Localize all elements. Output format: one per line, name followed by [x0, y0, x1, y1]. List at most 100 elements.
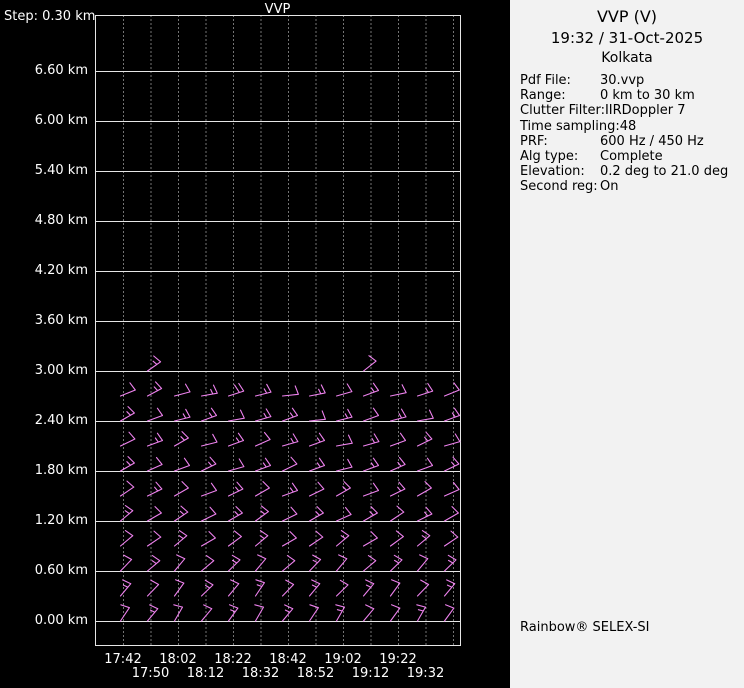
wind-barb [227, 432, 245, 447]
wind-barb [416, 604, 427, 622]
wind-barb [173, 431, 189, 447]
wind-barb [119, 505, 134, 522]
x-axis-label: 17:50 [131, 666, 170, 681]
wind-barb [389, 408, 407, 422]
info-field-label: Range: [520, 88, 566, 104]
info-field-row: Clutter Filter:IIRDoppler 7 [520, 103, 744, 118]
wind-barb [146, 555, 161, 572]
x-axis-label: 19:32 [406, 666, 445, 681]
wind-barb [173, 579, 185, 597]
wind-barb [335, 506, 352, 522]
wind-barb [146, 381, 163, 397]
wind-barb [362, 579, 375, 597]
wind-barb [227, 604, 239, 622]
wind-barb [362, 531, 378, 547]
wind-barb [416, 481, 432, 497]
wind-barb [281, 531, 297, 547]
wind-barb [200, 482, 218, 497]
wind-barb [416, 409, 434, 422]
panel-datetime: 19:32 / 31-Oct-2025 [550, 29, 704, 47]
wind-profile-chart [95, 15, 461, 646]
wind-barb [119, 530, 134, 547]
wind-barb [146, 407, 164, 422]
wind-barb [308, 481, 325, 497]
y-axis-label: 6.60 km [34, 63, 88, 78]
wind-barb [227, 382, 245, 397]
wind-barb [308, 384, 326, 397]
wind-barb [200, 555, 215, 572]
wind-barb [443, 433, 461, 447]
wind-barb [335, 604, 346, 622]
wind-barb [443, 604, 455, 622]
wind-barb [416, 431, 433, 447]
y-axis-label: 4.20 km [34, 263, 88, 278]
wind-barb [416, 457, 434, 472]
x-axis-label: 19:22 [379, 652, 417, 667]
y-axis-label: 0.00 km [34, 613, 88, 628]
wind-barb [416, 506, 433, 522]
step-label: Step: 0.30 km [4, 9, 96, 24]
y-axis-label: 1.80 km [34, 463, 88, 478]
wind-barb [389, 384, 407, 397]
wind-barb [200, 531, 216, 547]
y-axis-label: 5.40 km [34, 163, 88, 178]
wind-barb [416, 382, 434, 397]
wind-barb [119, 480, 135, 497]
info-field-label: Second reg: [520, 179, 598, 195]
info-field-row: PRF: 600 Hz / 450 Hz [520, 134, 744, 149]
wind-barb [254, 408, 272, 422]
wind-barb [443, 554, 457, 572]
wind-barb [362, 604, 375, 622]
wind-barb [308, 604, 319, 622]
plot-border [95, 15, 461, 646]
y-axis-label: 6.00 km [34, 113, 88, 128]
info-panel: VVP (V) 19:32 / 31-Oct-2025 Kolkata Pdf … [510, 0, 744, 688]
info-field-row: Time sampling:48 [520, 119, 744, 134]
wind-barb [173, 505, 189, 522]
plot-title: VVP [264, 2, 291, 17]
y-axis-label: 3.60 km [34, 313, 88, 328]
y-axis-label: 4.80 km [34, 213, 88, 228]
wind-barb [200, 506, 217, 522]
info-field-value: 0 km to 30 km [600, 88, 695, 104]
wind-barb [200, 407, 218, 422]
wind-barb [281, 482, 299, 497]
wind-barb [119, 604, 130, 622]
brand-footer: Rainbow® SELEX-SI [520, 620, 650, 635]
info-field-row: Pdf File: 30.vvp [520, 73, 744, 88]
wind-barb [227, 530, 242, 547]
wind-barb [281, 456, 298, 472]
wind-barb [443, 407, 461, 422]
wind-barb [389, 530, 404, 547]
info-field-label: Alg type: [520, 149, 579, 165]
wind-barb [335, 554, 348, 572]
y-axis-label: 3.00 km [34, 363, 88, 378]
radar-app-window: VVP Step: 0.30 km 6.60 km 6.00 km 5.40 km 4… [0, 0, 744, 688]
info-field-value: 0.2 deg to 21.0 deg [600, 164, 729, 180]
wind-barb [416, 554, 429, 572]
wind-barb [335, 458, 353, 472]
x-axis-label: 18:52 [296, 666, 335, 681]
panel-title: VVP (V) [596, 7, 658, 26]
wind-barb [227, 409, 245, 422]
wind-barb [254, 505, 269, 522]
wind-barb [200, 604, 213, 622]
wind-barb [119, 431, 136, 447]
info-field-label: Elevation: [520, 164, 585, 180]
wind-barb [119, 456, 135, 472]
wind-barb [254, 530, 269, 547]
wind-barb [254, 481, 270, 497]
info-field-value: On [600, 179, 619, 195]
wind-barb [173, 530, 188, 547]
wind-barb [173, 554, 186, 572]
wind-barb [146, 506, 162, 522]
wind-barb [443, 382, 460, 397]
wind-barb [362, 382, 380, 397]
info-field-value: 48 [619, 118, 637, 134]
wind-barb [254, 383, 272, 397]
wind-barb [254, 431, 271, 447]
info-field-label: PRF: [520, 133, 548, 149]
wind-barb [308, 457, 326, 472]
wind-barb [146, 579, 160, 597]
wind-barb [335, 579, 349, 597]
